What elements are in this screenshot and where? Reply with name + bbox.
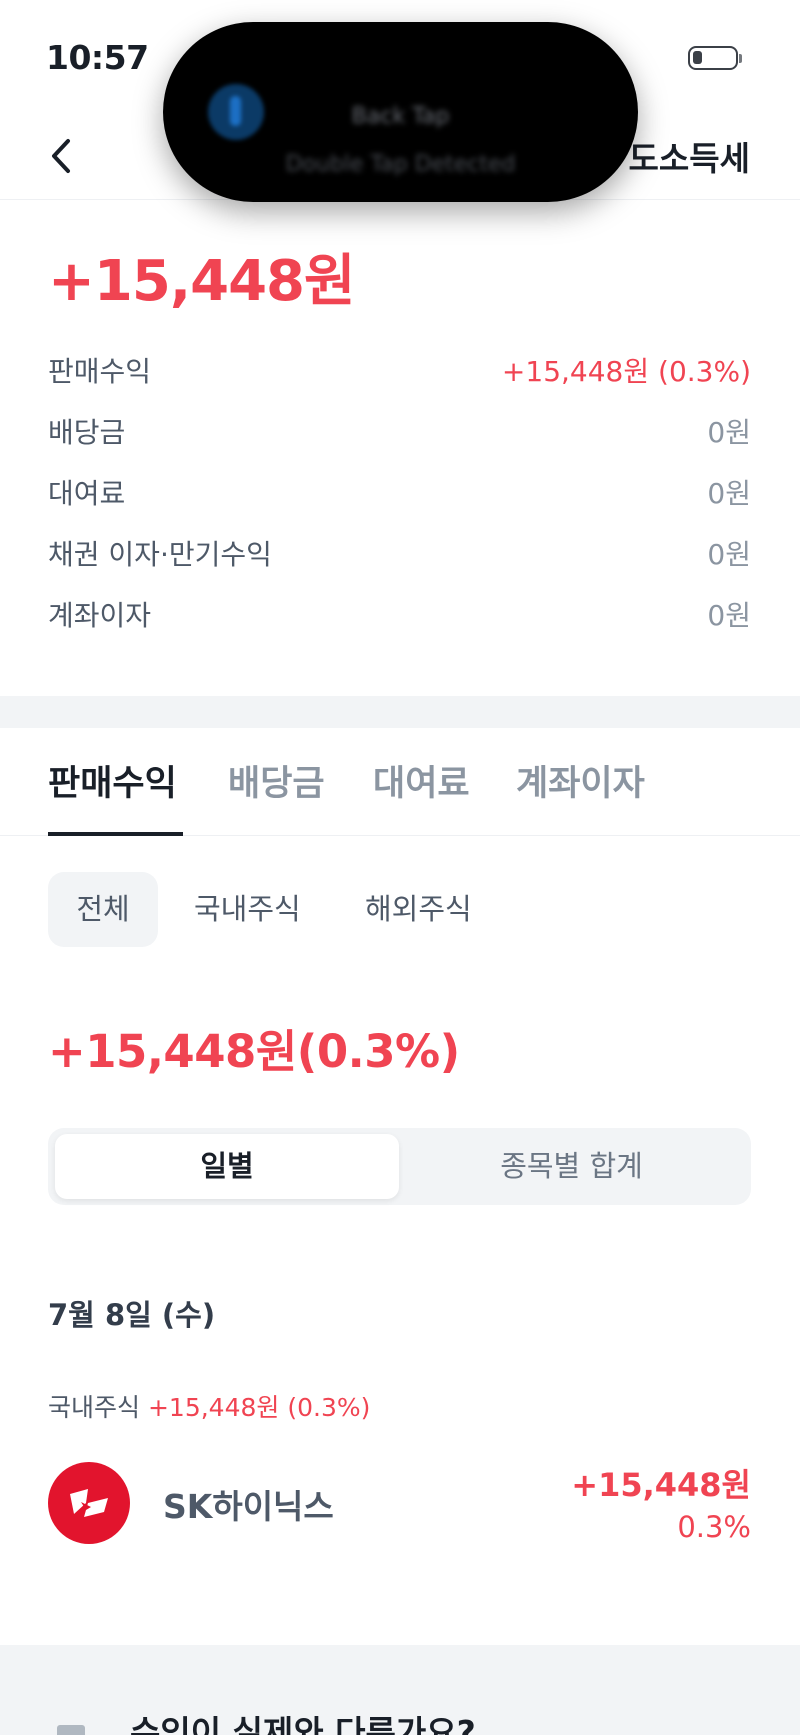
row-value: +15,448원 (0.3%)	[501, 355, 751, 388]
header-title: 도소득세	[628, 139, 750, 178]
row-label: 배당금	[48, 416, 126, 449]
stock-row[interactable]: SK하이닉스 +15,448원 0.3%	[48, 1460, 751, 1545]
status-time: 10:57	[46, 38, 149, 77]
notification-title: Back Tap	[351, 104, 450, 129]
breakdown-row-interest: 계좌이자 0원	[48, 586, 751, 647]
row-label: 대여료	[48, 477, 126, 510]
breakdown-row-sales: 판매수익 +15,448원 (0.3%)	[48, 342, 751, 403]
breakdown-row-dividend: 배당금 0원	[48, 403, 751, 464]
discrepancy-link[interactable]: 수익이 실제와 다른가요?	[130, 1706, 476, 1735]
total-profit: +15,448원	[48, 249, 356, 314]
row-value: 0원	[707, 538, 751, 571]
breakdown-row-lending: 대여료 0원	[48, 464, 751, 525]
stock-amount: +15,448원	[571, 1466, 751, 1504]
chip-domestic[interactable]: 국내주식	[194, 872, 301, 947]
sk-hynix-logo	[48, 1462, 130, 1544]
battery-cap	[739, 54, 742, 63]
chip-overseas[interactable]: 해외주식	[365, 872, 472, 947]
back-button[interactable]	[40, 130, 90, 180]
market-value: +15,448원 (0.3%)	[147, 1393, 371, 1422]
back-tap-notification: Back Tap Double Tap Detected	[163, 22, 638, 202]
question-icon	[57, 1725, 85, 1735]
market-summary: 국내주식 +15,448원 (0.3%)	[48, 1388, 370, 1424]
section-divider	[0, 696, 800, 728]
tab-sales[interactable]: 판매수익	[48, 755, 177, 806]
profit-breakdown: 판매수익 +15,448원 (0.3%) 배당금 0원 대여료 0원 채권 이자…	[48, 342, 751, 647]
view-toggle: 일별 종목별 합계	[48, 1128, 751, 1205]
stock-percent: 0.3%	[677, 1510, 751, 1544]
date-heading: 7월 8일 (수)	[48, 1298, 216, 1332]
market-label: 국내주식	[48, 1393, 141, 1422]
battery-icon	[688, 46, 738, 70]
breakdown-row-bond: 채권 이자·만기수익 0원	[48, 525, 751, 586]
tab-dividend[interactable]: 배당금	[228, 755, 325, 806]
row-value: 0원	[707, 599, 751, 632]
row-label: 채권 이자·만기수익	[48, 538, 272, 571]
row-label: 계좌이자	[48, 599, 152, 632]
chevron-left-icon	[52, 139, 70, 173]
filtered-total: +15,448원(0.3%)	[48, 1025, 460, 1078]
active-tab-indicator	[48, 832, 183, 836]
tab-lending[interactable]: 대여료	[373, 755, 470, 806]
segment-by-stock[interactable]: 종목별 합계	[399, 1134, 744, 1199]
row-label: 판매수익	[48, 355, 152, 388]
segment-daily[interactable]: 일별	[55, 1134, 399, 1199]
category-tabs: 판매수익 배당금 대여료 계좌이자	[48, 755, 800, 835]
row-value: 0원	[707, 416, 751, 449]
stock-name: SK하이닉스	[163, 1487, 334, 1526]
tab-interest[interactable]: 계좌이자	[516, 755, 645, 806]
chip-all[interactable]: 전체	[48, 872, 158, 947]
row-value: 0원	[707, 477, 751, 510]
notification-subtitle: Double Tap Detected	[285, 152, 516, 177]
